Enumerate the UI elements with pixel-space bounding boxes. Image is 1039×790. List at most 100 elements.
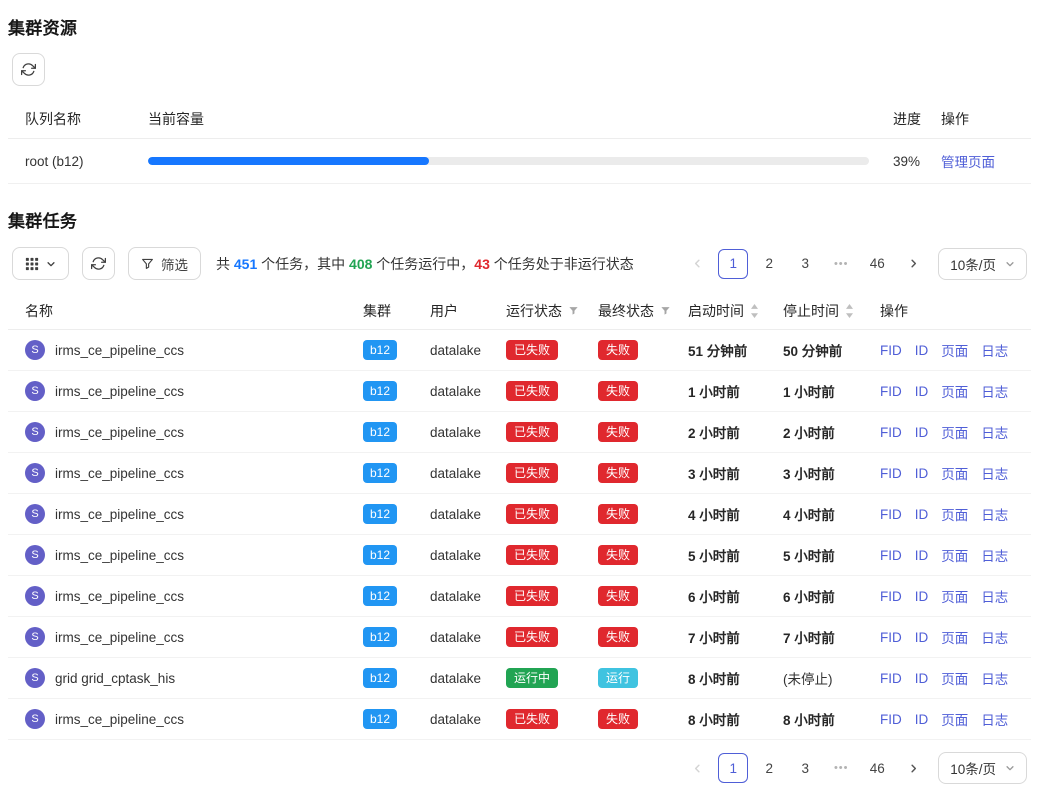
stop-time: 50 分钟前 [783,340,880,360]
fid-link[interactable]: FID [880,589,902,604]
fid-link[interactable]: FID [880,630,902,645]
log-link[interactable]: 日志 [981,381,1008,401]
page-link[interactable]: 页面 [941,586,968,606]
pagination-page-3[interactable]: 3 [790,249,820,279]
pagination-ellipsis[interactable]: ••• [826,753,856,783]
id-link[interactable]: ID [915,384,929,399]
table-row: S irms_ce_pipeline_ccs b12 datalake 已失败 … [8,699,1031,740]
fid-link[interactable]: FID [880,466,902,481]
filter-funnel-icon [141,257,154,270]
tasks-toolbar: 筛选 共 451 个任务，其中 408 个任务运行中，43 个任务处于非运行状态… [12,247,1031,280]
page-link[interactable]: 页面 [941,668,968,688]
total-count: 451 [234,256,257,272]
avatar: S [25,627,45,647]
fid-link[interactable]: FID [880,507,902,522]
avatar: S [25,504,45,524]
filter-funnel-icon[interactable] [568,305,579,316]
page-link[interactable]: 页面 [941,340,968,360]
filter-funnel-icon[interactable] [660,305,671,316]
pagination-top: 1 2 3 ••• 46 [682,249,928,279]
id-link[interactable]: ID [915,630,929,645]
id-link[interactable]: ID [915,712,929,727]
id-link[interactable]: ID [915,343,929,358]
manage-page-link[interactable]: 管理页面 [941,155,995,170]
chevron-right-icon [908,763,919,774]
page-link[interactable]: 页面 [941,545,968,565]
id-link[interactable]: ID [915,589,929,604]
pagination-next[interactable] [898,249,928,279]
page-size-select[interactable]: 10条/页 [938,248,1027,280]
id-link[interactable]: ID [915,548,929,563]
page-size-select[interactable]: 10条/页 [938,752,1027,784]
pagination-prev[interactable] [682,753,712,783]
run-status-badge: 已失败 [506,627,558,647]
chevron-right-icon [908,258,919,269]
col-progress: 进度 [893,109,941,129]
pagination-page-46[interactable]: 46 [862,753,892,783]
pagination-page-1[interactable]: 1 [718,753,748,783]
filter-button[interactable]: 筛选 [128,247,201,280]
pagination-page-2[interactable]: 2 [754,753,784,783]
log-link[interactable]: 日志 [981,545,1008,565]
page-link[interactable]: 页面 [941,627,968,647]
refresh-icon [91,256,106,271]
pagination-ellipsis[interactable]: ••• [826,249,856,279]
fid-link[interactable]: FID [880,712,902,727]
task-user: datalake [430,466,506,481]
run-status-badge: 已失败 [506,422,558,442]
pagination-prev[interactable] [682,249,712,279]
column-settings-button[interactable] [12,247,69,280]
pagination-page-1[interactable]: 1 [718,249,748,279]
resources-refresh-button[interactable] [12,53,45,86]
pagination-page-46[interactable]: 46 [862,249,892,279]
tasks-refresh-button[interactable] [82,247,115,280]
run-status-badge: 已失败 [506,340,558,360]
pagination-next[interactable] [898,753,928,783]
task-name-cell: S irms_ce_pipeline_ccs [25,709,363,729]
fid-link[interactable]: FID [880,384,902,399]
resources-table: 队列名称 当前容量 进度 操作 root (b12) 39% 管理页面 [8,99,1031,184]
pagination-page-2[interactable]: 2 [754,249,784,279]
log-link[interactable]: 日志 [981,504,1008,524]
page-link[interactable]: 页面 [941,381,968,401]
task-user: datalake [430,384,506,399]
table-row: S irms_ce_pipeline_ccs b12 datalake 已失败 … [8,535,1031,576]
log-link[interactable]: 日志 [981,340,1008,360]
table-row: S irms_ce_pipeline_ccs b12 datalake 已失败 … [8,576,1031,617]
fid-link[interactable]: FID [880,425,902,440]
id-link[interactable]: ID [915,466,929,481]
log-link[interactable]: 日志 [981,709,1008,729]
stop-time: 2 小时前 [783,422,880,442]
task-user: datalake [430,548,506,563]
start-time: 5 小时前 [688,545,783,565]
log-link[interactable]: 日志 [981,586,1008,606]
log-link[interactable]: 日志 [981,422,1008,442]
sort-carets-icon[interactable] [750,304,759,318]
run-status-badge: 已失败 [506,504,558,524]
fid-link[interactable]: FID [880,548,902,563]
fid-link[interactable]: FID [880,671,902,686]
sort-carets-icon[interactable] [845,304,854,318]
log-link[interactable]: 日志 [981,463,1008,483]
tasks-summary: 共 451 个任务，其中 408 个任务运行中，43 个任务处于非运行状态 [216,254,634,274]
table-row: S irms_ce_pipeline_ccs b12 datalake 已失败 … [8,453,1031,494]
log-link[interactable]: 日志 [981,668,1008,688]
final-status-badge: 失败 [598,709,638,729]
task-name: irms_ce_pipeline_ccs [55,466,184,481]
pagination-page-3[interactable]: 3 [790,753,820,783]
final-status-badge: 失败 [598,463,638,483]
fid-link[interactable]: FID [880,343,902,358]
page-link[interactable]: 页面 [941,504,968,524]
col-resource-actions: 操作 [941,109,1014,129]
col-start-time: 启动时间 [688,301,783,321]
log-link[interactable]: 日志 [981,627,1008,647]
id-link[interactable]: ID [915,671,929,686]
row-actions: FID ID 页面 日志 [880,504,1014,524]
page-link[interactable]: 页面 [941,463,968,483]
page-link[interactable]: 页面 [941,709,968,729]
page-link[interactable]: 页面 [941,422,968,442]
id-link[interactable]: ID [915,425,929,440]
id-link[interactable]: ID [915,507,929,522]
filter-button-label: 筛选 [161,254,188,274]
progress-value: 39% [893,154,941,169]
